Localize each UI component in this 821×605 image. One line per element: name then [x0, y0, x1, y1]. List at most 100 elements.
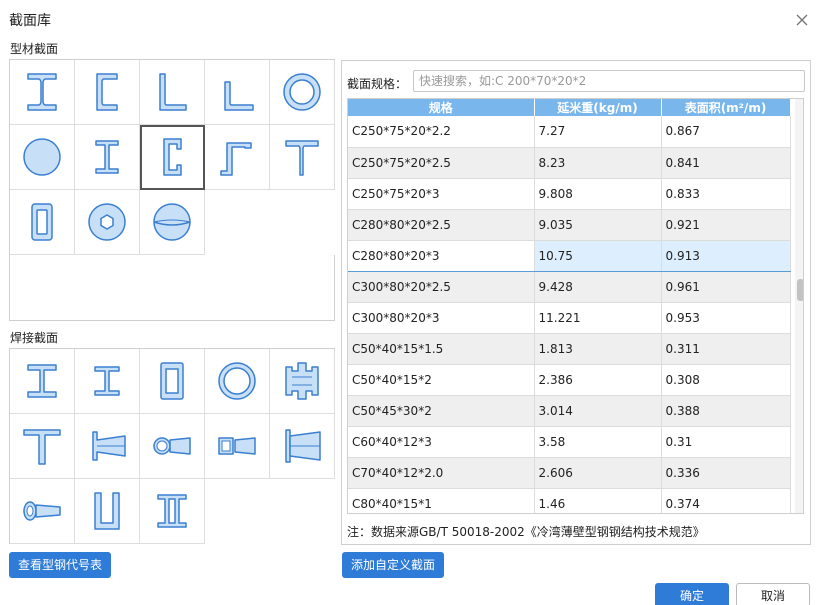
- table-row[interactable]: C250*75*20*3 9.808 0.833: [348, 178, 791, 210]
- weld-cell-tapered-i-large[interactable]: [270, 414, 335, 479]
- c-channel-icon: [163, 138, 182, 176]
- cell-weight: 10.75: [534, 239, 662, 272]
- cell-area: 0.913: [661, 239, 791, 272]
- column-header-area[interactable]: 表面积(m²/m): [661, 99, 791, 116]
- cell-spec: C70*40*12*2.0: [348, 457, 535, 489]
- profile-cell-pipe[interactable]: [270, 60, 335, 125]
- profile-cell-t-section[interactable]: [270, 125, 335, 190]
- table-row[interactable]: C50*40*15*1.5 1.813 0.311: [348, 333, 791, 365]
- table-row[interactable]: C300*80*20*3 11.221 0.953: [348, 302, 791, 334]
- profile-section-grid: [9, 59, 335, 321]
- cell-weight: 9.428: [534, 271, 662, 303]
- profile-cell-hex-nut[interactable]: [75, 190, 140, 255]
- profile-cell-round-bar[interactable]: [10, 125, 75, 190]
- profile-cell-channel[interactable]: [75, 60, 140, 125]
- cell-area: 0.31: [661, 426, 791, 458]
- cell-spec: C50*40*15*2: [348, 364, 535, 396]
- angle-icon: [159, 73, 187, 111]
- table-scrollbar[interactable]: [795, 99, 803, 513]
- cell-area: 0.311: [661, 333, 791, 365]
- column-header-weight[interactable]: 延米重(kg/m): [534, 99, 662, 116]
- welded-double-i-icon: [157, 494, 187, 528]
- channel-icon: [96, 73, 118, 111]
- table-row[interactable]: C300*80*20*2.5 9.428 0.961: [348, 271, 791, 303]
- pipe-icon: [283, 73, 321, 111]
- weld-cell-tapered-pipe[interactable]: [140, 414, 205, 479]
- weld-cell-welded-i[interactable]: [10, 349, 75, 414]
- table-row[interactable]: C280*80*20*2.5 9.035 0.921: [348, 209, 791, 241]
- profile-cell-rect-tube[interactable]: [10, 190, 75, 255]
- t-section-icon: [285, 140, 319, 176]
- welded-box-icon: [160, 362, 184, 400]
- ok-button[interactable]: 确定: [655, 583, 729, 605]
- weld-cell-empty: [205, 479, 270, 544]
- profile-cell-h-beam[interactable]: [75, 125, 140, 190]
- tapered-pipe-icon: [153, 437, 191, 455]
- cell-weight: 3.014: [534, 395, 662, 427]
- tapered-pipe-small-icon: [23, 501, 61, 521]
- cell-area: 0.953: [661, 302, 791, 334]
- cell-spec: C50*45*30*2: [348, 395, 535, 427]
- profile-cell-c-channel[interactable]: [140, 125, 205, 190]
- cell-area: 0.833: [661, 178, 791, 210]
- cell-weight: 3.58: [534, 426, 662, 458]
- cell-spec: C280*80*20*2.5: [348, 209, 535, 241]
- cell-area: 0.961: [661, 271, 791, 303]
- weld-cell-welded-u[interactable]: [75, 479, 140, 544]
- profile-cell-z-section[interactable]: [205, 125, 270, 190]
- table-row[interactable]: C50*45*30*2 3.014 0.388: [348, 395, 791, 427]
- add-custom-section-button[interactable]: 添加自定义截面: [342, 552, 445, 578]
- weld-cell-tapered-i[interactable]: [75, 414, 140, 479]
- weld-cell-tapered-pipe-small[interactable]: [10, 479, 75, 544]
- column-header-spec[interactable]: 规格: [348, 99, 535, 116]
- weld-cell-welded-cross[interactable]: [270, 349, 335, 414]
- table-row[interactable]: C250*75*20*2.5 8.23 0.841: [348, 147, 791, 179]
- table-row[interactable]: C60*40*12*3 3.58 0.31: [348, 426, 791, 458]
- weld-cell-welded-box[interactable]: [140, 349, 205, 414]
- weld-cell-welded-double-i[interactable]: [140, 479, 205, 544]
- table-row[interactable]: C70*40*12*2.0 2.606 0.336: [348, 457, 791, 489]
- cell-spec: C50*40*15*1.5: [348, 333, 535, 365]
- search-input[interactable]: [413, 70, 805, 92]
- weld-section-grid: [9, 348, 335, 544]
- profile-cell-angle[interactable]: [140, 60, 205, 125]
- cell-area: 0.841: [661, 147, 791, 179]
- view-steel-codes-button[interactable]: 查看型钢代号表: [9, 552, 112, 578]
- weld-cell-empty: [270, 479, 335, 544]
- table-header-row: 规格 延米重(kg/m) 表面积(m²/m): [348, 99, 791, 116]
- table-row[interactable]: C80*40*15*1 1.46 0.374: [348, 488, 791, 513]
- cell-spec: C250*75*20*2.2: [348, 116, 535, 148]
- profile-cell-sphere[interactable]: [140, 190, 205, 255]
- cell-area: 0.336: [661, 457, 791, 489]
- table-row[interactable]: C280*80*20*3 10.75 0.913: [348, 239, 791, 272]
- tapered-i-large-icon: [285, 429, 321, 463]
- profile-cell-unequal-angle[interactable]: [205, 60, 270, 125]
- cell-weight: 9.035: [534, 209, 662, 241]
- weld-cell-tapered-box[interactable]: [205, 414, 270, 479]
- table-row[interactable]: C250*75*20*2.2 7.27 0.867: [348, 116, 791, 148]
- rect-tube-icon: [31, 203, 53, 241]
- weld-cell-welded-t[interactable]: [10, 414, 75, 479]
- weld-cell-welded-pipe[interactable]: [205, 349, 270, 414]
- cell-weight: 8.23: [534, 147, 662, 179]
- close-icon[interactable]: [794, 12, 810, 28]
- cancel-button[interactable]: 取消: [736, 583, 810, 605]
- cell-weight: 1.813: [534, 333, 662, 365]
- weld-cell-welded-h[interactable]: [75, 349, 140, 414]
- scrollbar-thumb[interactable]: [797, 279, 803, 301]
- cell-area: 0.388: [661, 395, 791, 427]
- cell-area: 0.867: [661, 116, 791, 148]
- weld-section-label: 焊接截面: [10, 331, 59, 345]
- hex-nut-icon: [88, 203, 126, 241]
- profile-cell-i-beam[interactable]: [10, 60, 75, 125]
- spec-table: 规格 延米重(kg/m) 表面积(m²/m) C250*75*20*2.2 7.2…: [348, 99, 791, 513]
- cell-spec: C60*40*12*3: [348, 426, 535, 458]
- profile-cell-empty: [205, 190, 270, 255]
- table-row[interactable]: C50*40*15*2 2.386 0.308: [348, 364, 791, 396]
- cell-spec: C300*80*20*3: [348, 302, 535, 334]
- tapered-box-icon: [218, 437, 256, 455]
- search-label: 截面规格：: [347, 77, 408, 91]
- round-bar-icon: [23, 138, 61, 176]
- cell-area: 0.308: [661, 364, 791, 396]
- dialog-title: 截面库: [9, 13, 51, 29]
